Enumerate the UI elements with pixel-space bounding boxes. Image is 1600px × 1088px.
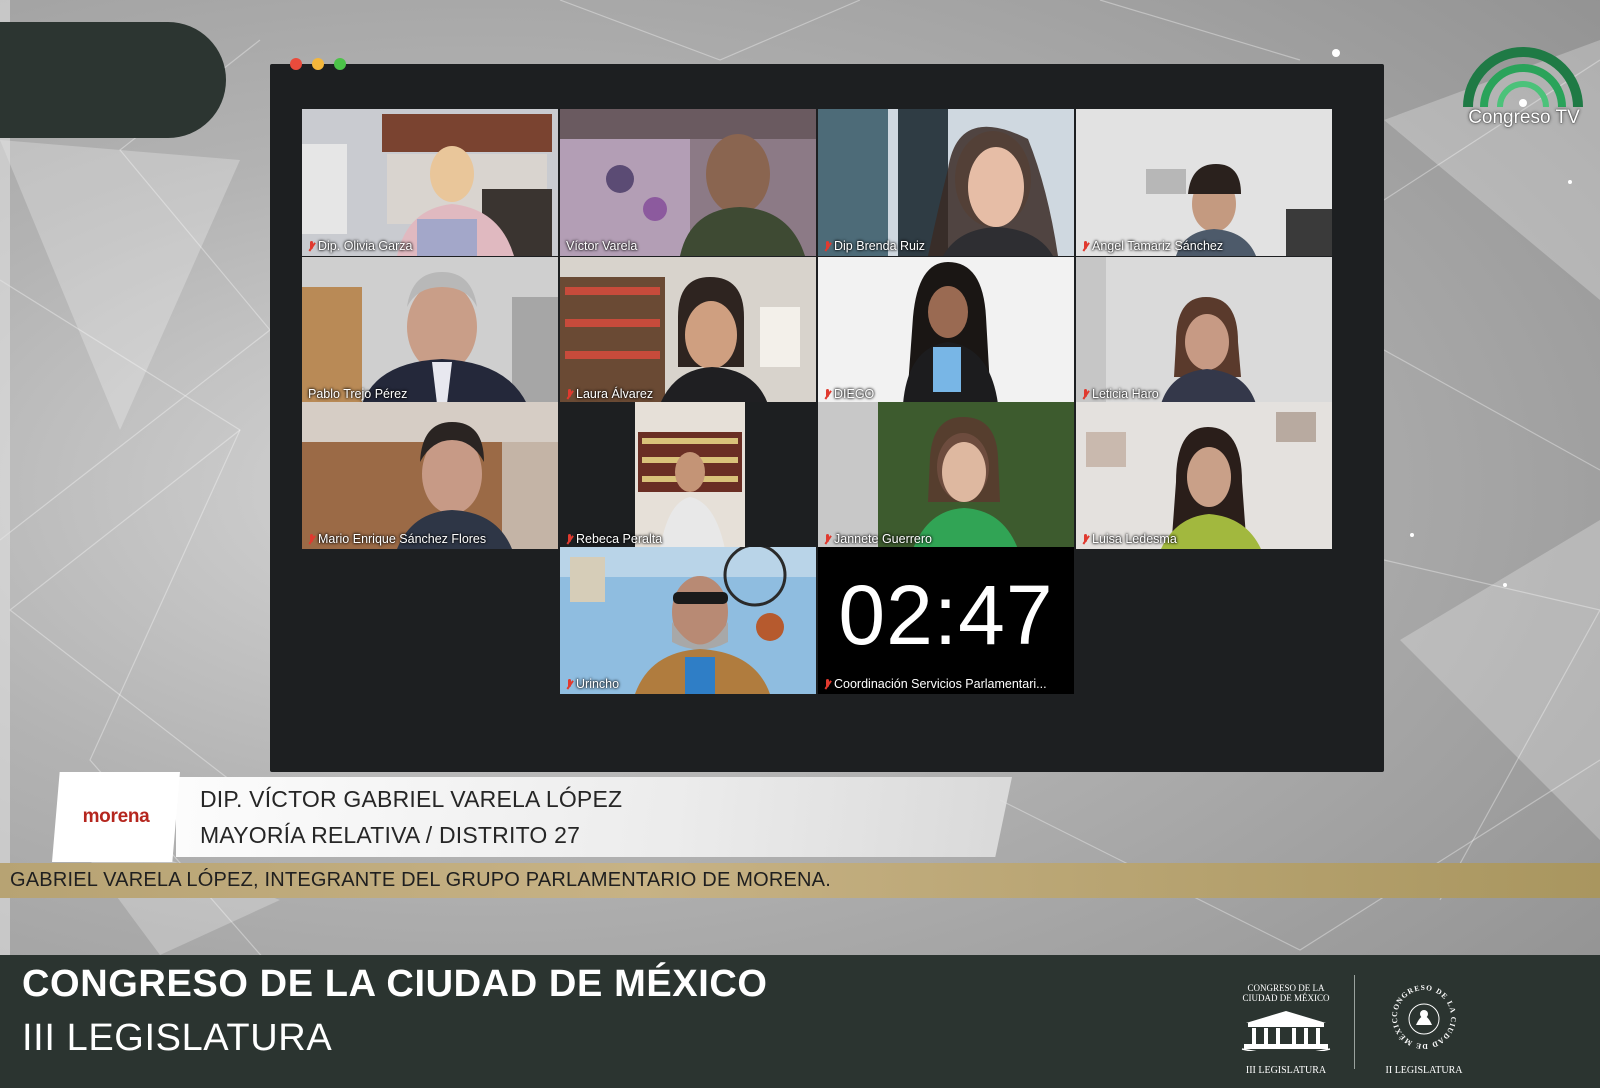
video-feed <box>1076 109 1332 256</box>
participant-name-label: Dip. Olivia Garza <box>308 239 412 253</box>
video-feed <box>818 109 1074 256</box>
participant-name-label: Luisa Ledesma <box>1082 532 1177 546</box>
video-feed <box>1076 402 1332 549</box>
participant-name-label: Mario Enrique Sánchez Flores <box>308 532 486 546</box>
participant-tile[interactable]: Urincho <box>560 547 816 694</box>
muted-mic-icon <box>1082 240 1089 252</box>
countdown-timer: 02:47 <box>838 568 1054 662</box>
participant-tile[interactable]: DIEGO <box>818 257 1074 404</box>
participant-name-label: Pablo Trejo Pérez <box>308 387 408 401</box>
participant-name-label: Víctor Varela <box>566 239 638 253</box>
muted-mic-icon <box>824 678 831 690</box>
video-feed <box>818 257 1074 404</box>
muted-mic-icon <box>566 678 573 690</box>
speaker-district: MAYORÍA RELATIVA / DISTRITO 27 <box>200 822 581 848</box>
muted-mic-icon <box>824 240 831 252</box>
seal-divider <box>1354 975 1355 1069</box>
participant-tile[interactable]: Angel Tamariz Sánchez <box>1076 109 1332 256</box>
news-ticker: GABRIEL VARELA LÓPEZ, INTEGRANTE DEL GRU… <box>0 863 1600 898</box>
participant-tile-active-speaker[interactable]: Víctor Varela <box>560 109 816 256</box>
participant-tile[interactable]: Jannete Guerrero <box>818 402 1074 549</box>
participant-tile[interactable]: Pablo Trejo Pérez <box>302 257 558 404</box>
video-feed <box>302 109 558 256</box>
video-feed <box>1076 257 1332 404</box>
arc-logo-icon <box>1463 47 1583 108</box>
muted-mic-icon <box>824 533 831 545</box>
party-logo: morena <box>52 772 180 862</box>
participant-tile[interactable]: Dip. Olivia Garza <box>302 109 558 256</box>
speaker-name: DIP. VÍCTOR GABRIEL VARELA LÓPEZ <box>200 786 623 812</box>
participant-tile[interactable]: Luisa Ledesma <box>1076 402 1332 549</box>
video-feed <box>560 547 816 694</box>
muted-mic-icon <box>1082 533 1089 545</box>
video-feed <box>302 257 558 404</box>
seal-left-caption-top: CONGRESO DE LA CIUDAD DE MÉXICO <box>1242 983 1330 1003</box>
muted-mic-icon <box>824 388 831 400</box>
participant-tile[interactable]: Laura Álvarez <box>560 257 816 404</box>
video-feed <box>818 402 1074 549</box>
video-feed <box>302 402 558 549</box>
footer-subtitle: III LEGISLATURA <box>22 1017 333 1059</box>
video-conference-window: Dip. Olivia Garza Víctor Varela Dip Bren… <box>270 58 1384 772</box>
participant-tile[interactable]: Mario Enrique Sánchez Flores <box>302 402 558 549</box>
congreso-tv-logo: Congreso TV <box>1460 45 1586 135</box>
mexico-coat-of-arms-icon: CONGRESO DE LA CIUDAD DE MÉXICO <box>1388 981 1457 1051</box>
participant-name-label: Jannete Guerrero <box>824 532 932 546</box>
participant-name-label: Dip Brenda Ruiz <box>824 239 925 253</box>
footer-banner: CONGRESO DE LA CIUDAD DE MÉXICO III LEGI… <box>0 955 1600 1088</box>
participant-tile[interactable]: Leticia Haro <box>1076 257 1332 404</box>
minimize-window-button[interactable] <box>312 58 324 70</box>
video-feed <box>560 257 816 404</box>
video-feed <box>560 402 816 549</box>
congress-building-icon <box>1241 1011 1331 1051</box>
video-feed <box>560 109 816 256</box>
ticker-text: GABRIEL VARELA LÓPEZ, INTEGRANTE DEL GRU… <box>10 869 831 891</box>
left-edge-strip <box>0 0 10 955</box>
seal-left-caption-bottom: III LEGISLATURA <box>1245 1065 1327 1076</box>
participant-name-label: Rebeca Peralta <box>566 532 662 546</box>
close-window-button[interactable] <box>290 58 302 70</box>
participant-name-label: Leticia Haro <box>1082 387 1159 401</box>
seal-right-caption-bottom: II LEGISLATURA <box>1385 1065 1463 1076</box>
participant-name-label: Laura Álvarez <box>566 387 653 401</box>
participant-name-label: DIEGO <box>824 387 874 401</box>
participant-tile[interactable]: Rebeca Peralta <box>560 402 816 549</box>
participant-name-label: Angel Tamariz Sánchez <box>1082 239 1223 253</box>
participant-name-label: Urincho <box>566 677 619 691</box>
participant-name-label: Coordinación Servicios Parlamentari... <box>824 677 1047 691</box>
muted-mic-icon <box>308 240 315 252</box>
participant-tile[interactable]: Dip Brenda Ruiz <box>818 109 1074 256</box>
channel-name: Congreso TV <box>1468 107 1580 128</box>
muted-mic-icon <box>1082 388 1089 400</box>
muted-mic-icon <box>566 533 573 545</box>
footer-title: CONGRESO DE LA CIUDAD DE MÉXICO <box>22 963 768 1005</box>
muted-mic-icon <box>308 533 315 545</box>
muted-mic-icon <box>566 388 573 400</box>
maximize-window-button[interactable] <box>334 58 346 70</box>
participant-tile-timer[interactable]: 02:47 Coordinación Servicios Parlamentar… <box>818 547 1074 694</box>
top-left-tab <box>0 22 226 138</box>
